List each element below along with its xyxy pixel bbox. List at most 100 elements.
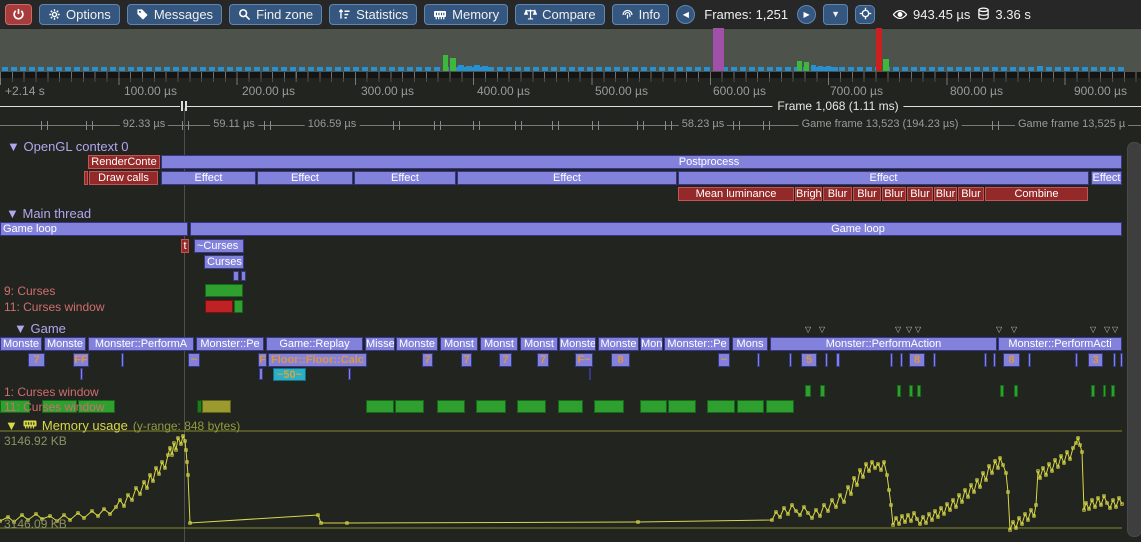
zone[interactable]: t bbox=[181, 239, 189, 253]
zone[interactable]: Monst bbox=[520, 337, 558, 351]
statistics-button[interactable]: Statistics bbox=[329, 4, 417, 25]
zone[interactable]: 8 bbox=[909, 353, 925, 367]
zone[interactable]: 7 bbox=[537, 353, 549, 367]
zone[interactable]: F~ bbox=[575, 353, 593, 367]
zone[interactable] bbox=[161, 155, 1122, 169]
power-button[interactable] bbox=[5, 4, 32, 25]
subframe-label[interactable]: 106.59 µs bbox=[305, 118, 360, 130]
zone[interactable]: Brigh bbox=[795, 187, 822, 201]
zone[interactable]: Monst bbox=[480, 337, 518, 351]
message-marker-icon[interactable]: ▽ bbox=[915, 325, 921, 334]
message-marker-icon[interactable]: ▽ bbox=[906, 325, 912, 334]
zone[interactable] bbox=[1103, 385, 1106, 397]
subframe-label[interactable]: Game frame 13,525 µ bbox=[1015, 118, 1128, 130]
zone[interactable] bbox=[836, 353, 840, 367]
goto-frame-button[interactable] bbox=[855, 5, 875, 24]
zone[interactable] bbox=[1075, 353, 1078, 367]
section-header-opengl[interactable]: ▼ OpenGL context 0 bbox=[7, 139, 129, 154]
zone[interactable] bbox=[825, 353, 828, 367]
zone[interactable]: Blur bbox=[958, 187, 984, 201]
zone[interactable]: ~Curses bbox=[194, 239, 244, 253]
memory-usage-chart[interactable] bbox=[0, 418, 1141, 542]
subframe-label[interactable]: 59.11 µs bbox=[210, 118, 258, 130]
zone[interactable]: ~50~ bbox=[273, 368, 306, 381]
zone[interactable]: Curses bbox=[204, 255, 244, 269]
zone[interactable]: 7 bbox=[499, 353, 512, 367]
subframe-label[interactable]: 58.23 µs bbox=[679, 118, 727, 130]
zone[interactable] bbox=[897, 385, 901, 397]
zone[interactable]: Monste bbox=[598, 337, 639, 351]
zone[interactable]: Blur bbox=[934, 187, 957, 201]
zone[interactable] bbox=[241, 271, 246, 281]
zone[interactable] bbox=[1028, 353, 1031, 367]
next-frame-button[interactable]: ▶ bbox=[797, 5, 816, 24]
zone[interactable] bbox=[190, 222, 1122, 236]
zone[interactable] bbox=[993, 353, 996, 367]
message-marker-icon[interactable]: ▽ bbox=[1112, 325, 1118, 334]
zone[interactable] bbox=[1014, 385, 1018, 397]
zone[interactable]: Blur bbox=[882, 187, 906, 201]
zone[interactable]: 7 bbox=[461, 353, 472, 367]
zone[interactable]: Monste bbox=[0, 337, 42, 351]
zone[interactable]: FF bbox=[73, 353, 89, 367]
zone[interactable]: 8 bbox=[1003, 353, 1020, 367]
zone[interactable] bbox=[933, 353, 936, 367]
zone[interactable]: Monste bbox=[559, 337, 596, 351]
zone[interactable]: Game loop bbox=[0, 222, 188, 236]
zone[interactable]: ~ bbox=[718, 353, 730, 367]
zone[interactable] bbox=[917, 385, 921, 397]
zone[interactable]: Effect bbox=[161, 171, 256, 185]
zone[interactable] bbox=[233, 271, 239, 281]
zone[interactable] bbox=[517, 400, 546, 413]
zone[interactable]: Monste bbox=[44, 337, 86, 351]
zone[interactable]: 3 bbox=[1088, 353, 1103, 367]
message-marker-icon[interactable]: ▽ bbox=[996, 325, 1002, 334]
zone[interactable] bbox=[437, 400, 465, 413]
zone[interactable]: Floor::Floor::Calc bbox=[268, 353, 367, 367]
message-marker-icon[interactable]: ▽ bbox=[819, 325, 825, 334]
zone[interactable] bbox=[121, 353, 124, 367]
zone[interactable] bbox=[789, 353, 792, 367]
zone[interactable]: Draw calls bbox=[89, 171, 158, 185]
zone[interactable] bbox=[202, 400, 231, 413]
zone[interactable]: Mons bbox=[640, 337, 663, 351]
zone[interactable] bbox=[589, 368, 591, 380]
zone[interactable] bbox=[80, 368, 83, 380]
zone[interactable] bbox=[820, 385, 825, 397]
zone[interactable]: 8 bbox=[611, 353, 630, 367]
zone[interactable] bbox=[707, 400, 735, 413]
zone[interactable] bbox=[1000, 385, 1004, 397]
zone[interactable] bbox=[348, 368, 351, 380]
zone[interactable] bbox=[1113, 353, 1116, 367]
message-marker-icon[interactable]: ▽ bbox=[805, 325, 811, 334]
zone[interactable]: Game::Replay bbox=[266, 337, 363, 351]
section-header-game[interactable]: ▼ Game bbox=[14, 321, 66, 336]
zone[interactable] bbox=[366, 400, 394, 413]
zone[interactable] bbox=[766, 400, 794, 413]
zone[interactable] bbox=[234, 300, 243, 313]
zone[interactable]: Missed bbox=[365, 337, 395, 351]
zone[interactable] bbox=[640, 400, 667, 413]
frame-histogram[interactable] bbox=[0, 29, 1141, 72]
prev-frame-button[interactable]: ◀ bbox=[676, 5, 695, 24]
zone[interactable]: 7 bbox=[28, 353, 45, 367]
find-zone-button[interactable]: Find zone bbox=[229, 4, 322, 25]
compare-button[interactable]: Compare bbox=[515, 4, 604, 25]
zone[interactable] bbox=[668, 400, 696, 413]
zone[interactable] bbox=[805, 385, 811, 397]
message-marker-icon[interactable]: ▽ bbox=[895, 325, 901, 334]
zone[interactable]: Effect bbox=[354, 171, 456, 185]
zone[interactable] bbox=[395, 400, 424, 413]
zone[interactable]: Mean luminance bbox=[678, 187, 794, 201]
zone[interactable] bbox=[737, 400, 764, 413]
subframe-label[interactable]: 92.33 µs bbox=[120, 118, 168, 130]
zone[interactable] bbox=[594, 400, 624, 413]
zone[interactable]: RenderConte bbox=[88, 155, 160, 169]
zone[interactable]: Blur bbox=[853, 187, 881, 201]
zone[interactable]: Effect bbox=[1091, 171, 1122, 185]
info-button[interactable]: Info bbox=[612, 4, 670, 25]
vertical-scrollbar[interactable] bbox=[1127, 142, 1141, 537]
zone[interactable]: Monster::Pe bbox=[196, 337, 264, 351]
zone[interactable]: 7 bbox=[422, 353, 433, 367]
zone[interactable] bbox=[205, 284, 243, 297]
